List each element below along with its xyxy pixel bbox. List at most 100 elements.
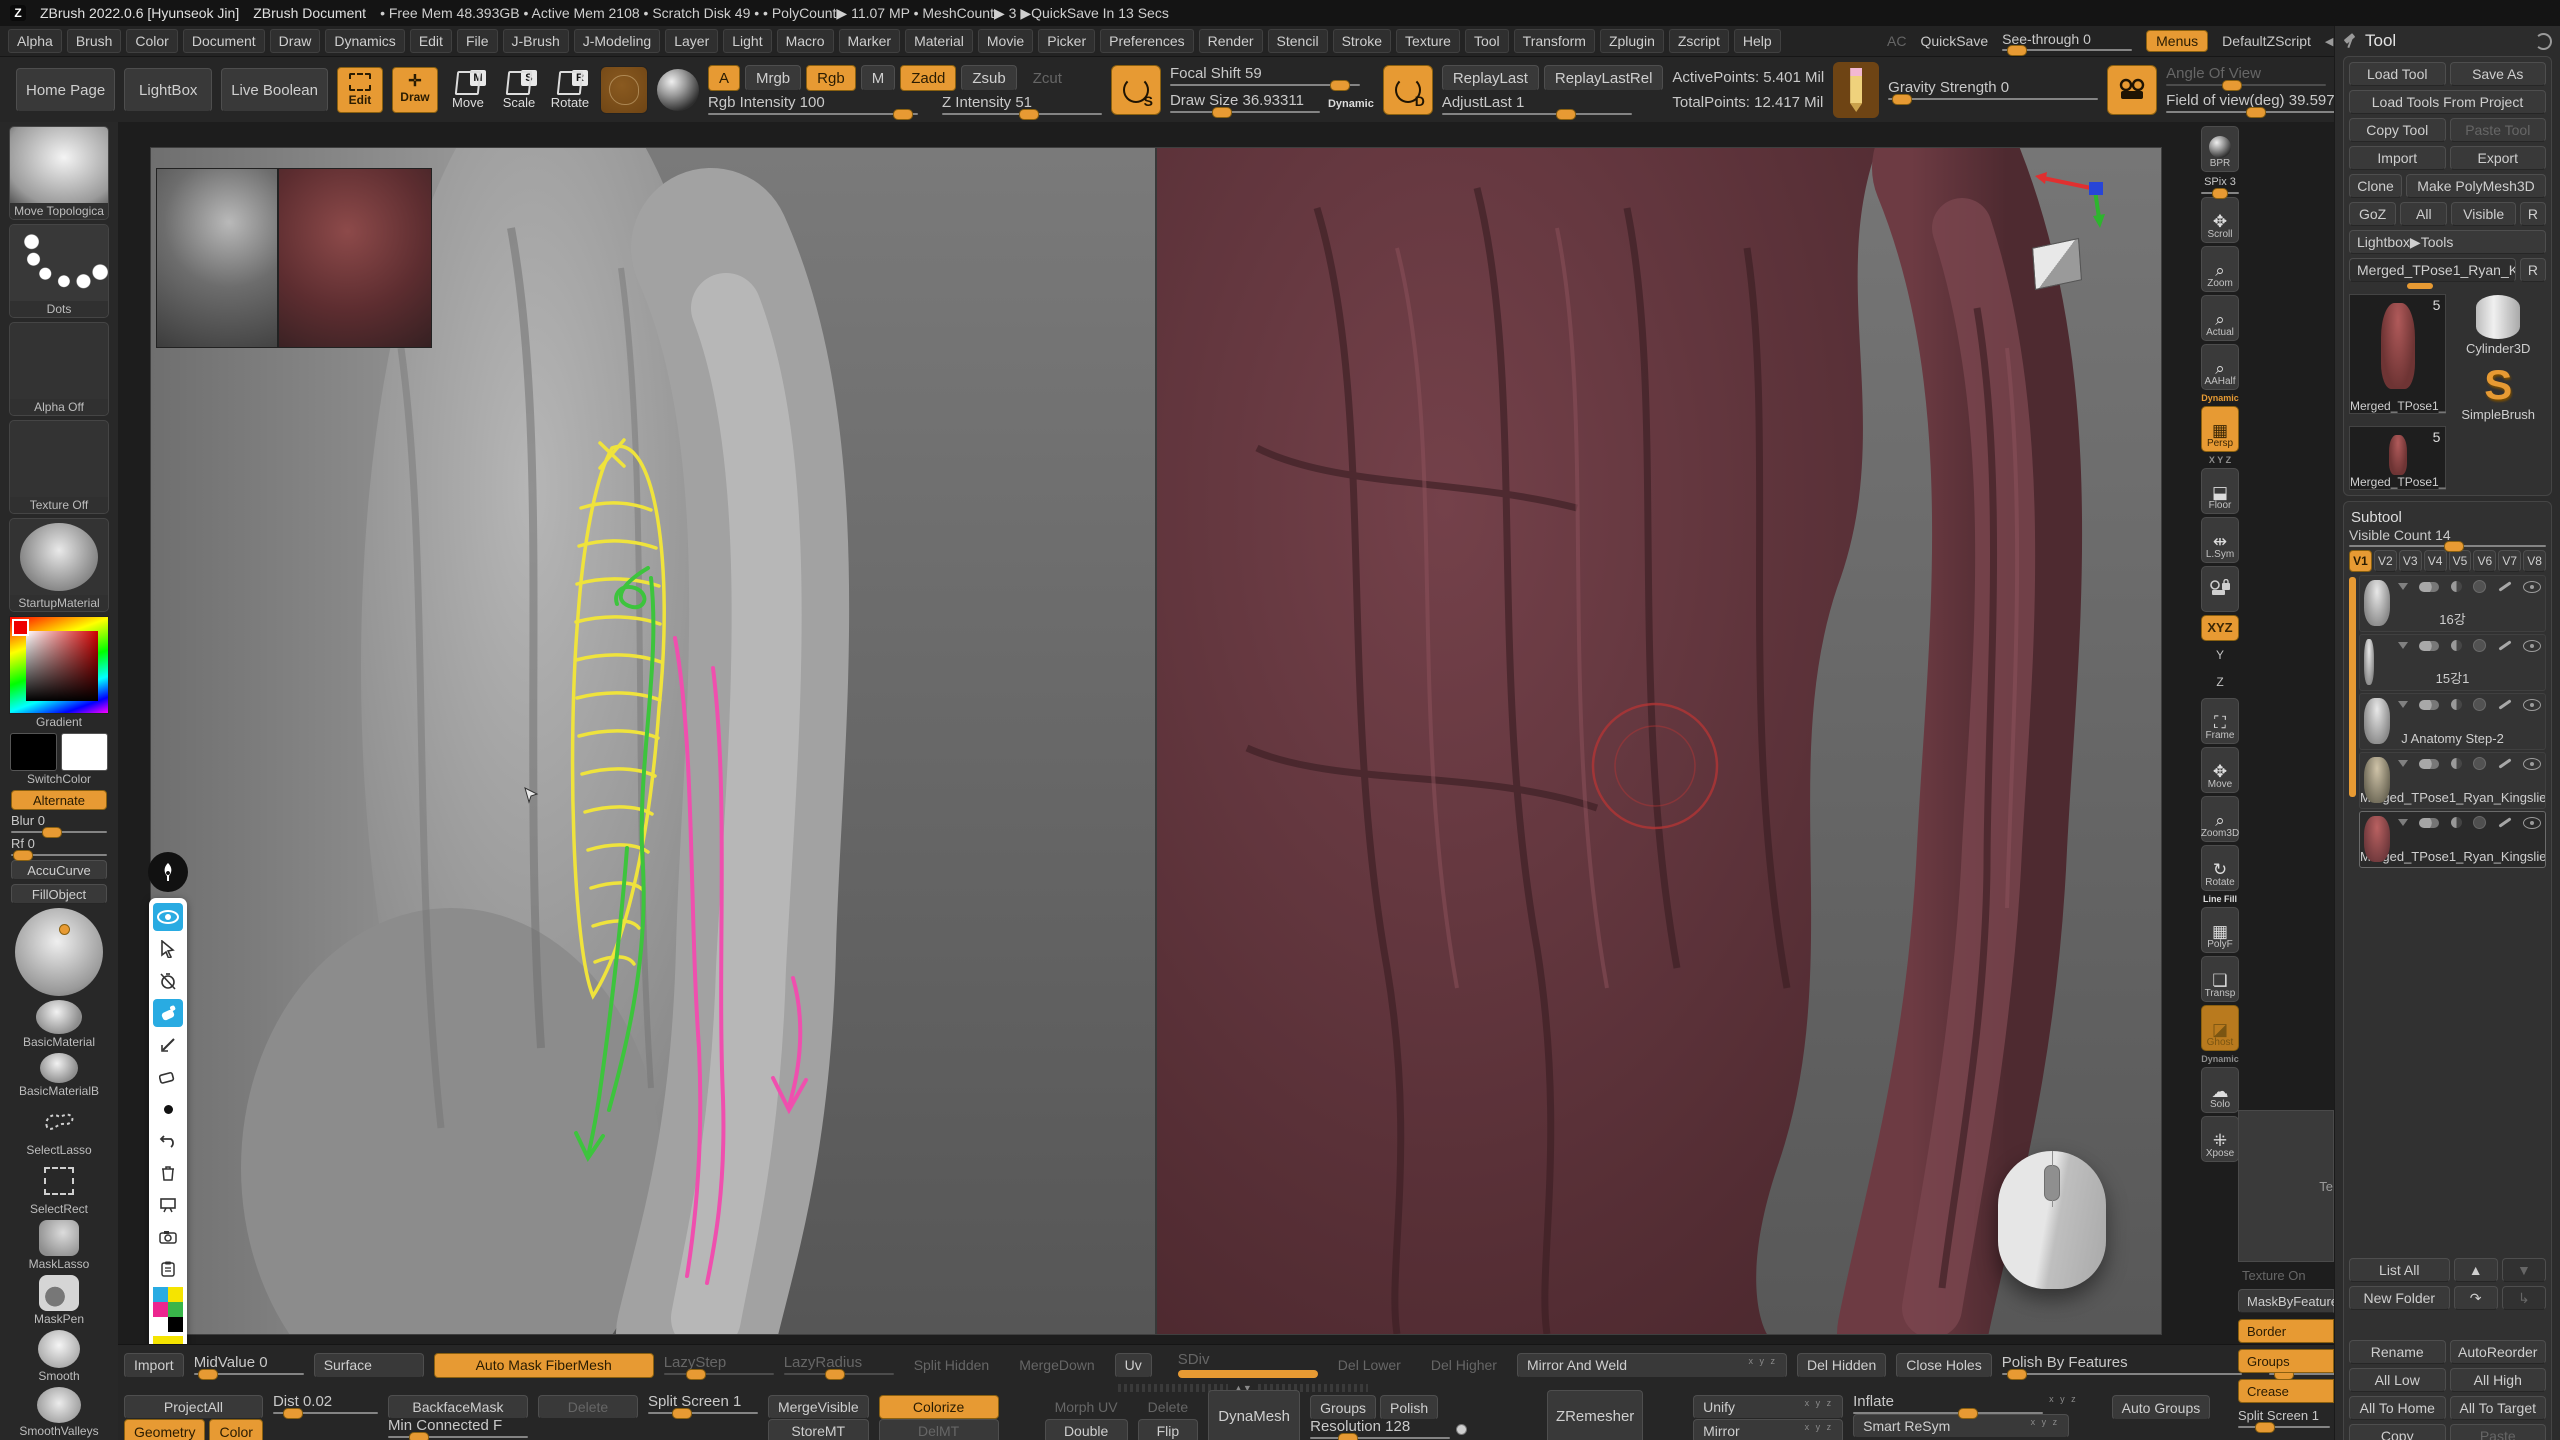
- camera-icon[interactable]: [2107, 65, 2157, 115]
- del-hidden-button[interactable]: Del Hidden: [1797, 1353, 1886, 1378]
- subtool-row-3[interactable]: J Anatomy Step-2: [2359, 693, 2546, 750]
- displacement-icon[interactable]: [2473, 698, 2486, 711]
- tool-item-cylinder3d[interactable]: Cylinder3D: [2450, 294, 2546, 356]
- polyframe-button[interactable]: ▦PolyF: [2201, 907, 2239, 953]
- menu-zplugin[interactable]: Zplugin: [1600, 29, 1664, 53]
- gravity-strength-slider[interactable]: Gravity Strength 0: [1888, 81, 2098, 100]
- visibility-eye-icon[interactable]: [2523, 699, 2541, 711]
- unify-button[interactable]: Unifyx y z: [1693, 1395, 1843, 1419]
- swatch-smooth[interactable]: Smooth: [38, 1330, 80, 1383]
- zsub-toggle[interactable]: Zsub: [961, 65, 1016, 91]
- polypaint-icon[interactable]: [2419, 700, 2439, 710]
- resolution-toggle[interactable]: [1456, 1424, 1467, 1435]
- colorize-button[interactable]: Colorize: [879, 1395, 999, 1419]
- rf-slider[interactable]: Rf 0: [11, 837, 107, 856]
- mirror-and-weld-button[interactable]: Mirror And Weldx y z: [1517, 1353, 1787, 1378]
- uv-icon[interactable]: [2451, 758, 2462, 769]
- swatch-selectlasso[interactable]: SelectLasso: [26, 1102, 91, 1157]
- polypaint-icon[interactable]: [2419, 818, 2439, 828]
- menu-marker[interactable]: Marker: [839, 29, 901, 53]
- whiteboard-button[interactable]: [153, 1191, 183, 1219]
- subtool-tab-v8[interactable]: V8: [2523, 550, 2546, 572]
- paint-icon[interactable]: [2498, 758, 2511, 768]
- move-up-button[interactable]: ▲: [2454, 1258, 2498, 1282]
- focal-shift-slider[interactable]: Focal Shift 59: [1170, 67, 1360, 86]
- tool-item-simplebrush[interactable]: S SimpleBrush: [2450, 360, 2546, 422]
- visible-count-slider[interactable]: Visible Count 14: [2349, 528, 2546, 547]
- polish-button[interactable]: Polish: [1380, 1395, 1438, 1420]
- alternate-button[interactable]: Alternate: [11, 790, 107, 810]
- swatch-masklasso[interactable]: MaskLasso: [29, 1220, 90, 1271]
- projectall-button[interactable]: ProjectAll: [124, 1395, 263, 1419]
- crease-button[interactable]: Crease: [2238, 1379, 2334, 1403]
- displacement-icon[interactable]: [2473, 757, 2486, 770]
- paint-icon[interactable]: [2498, 699, 2511, 709]
- all-to-home-button[interactable]: All To Home: [2349, 1396, 2446, 1420]
- rotate-xyz-button[interactable]: XYZ: [2201, 615, 2239, 641]
- reference-thumbnails[interactable]: [156, 168, 432, 348]
- subtool-tab-v6[interactable]: V6: [2473, 550, 2496, 572]
- persp-button[interactable]: ▦Persp: [2201, 406, 2239, 452]
- paint-icon[interactable]: [2498, 817, 2511, 827]
- ghost-button[interactable]: ◪Ghost: [2201, 1005, 2239, 1051]
- floor-button[interactable]: ⬓Floor: [2201, 468, 2239, 514]
- menu-document[interactable]: Document: [183, 29, 265, 53]
- dynamesh-button[interactable]: DynaMesh: [1208, 1390, 1300, 1440]
- uv-icon[interactable]: [2451, 581, 2462, 592]
- goz-all-button[interactable]: All: [2400, 202, 2447, 226]
- remesh-arrow-icon[interactable]: [2398, 760, 2408, 767]
- subtool-tab-v7[interactable]: V7: [2498, 550, 2521, 572]
- scale-mode-button[interactable]: S Scale: [498, 70, 540, 110]
- angle-of-view-slider[interactable]: Angle Of View: [2166, 67, 2326, 86]
- stroke-icon[interactable]: S: [1111, 65, 1161, 115]
- menu-file[interactable]: File: [457, 29, 498, 53]
- swatch-maskpen[interactable]: MaskPen: [34, 1275, 84, 1326]
- displacement-icon[interactable]: [2473, 639, 2486, 652]
- del-lower-button[interactable]: Del Lower: [1328, 1353, 1411, 1378]
- secondary-color-swatch[interactable]: [61, 733, 108, 771]
- double-button[interactable]: Double: [1045, 1419, 1128, 1440]
- remesh-arrow-icon[interactable]: [2398, 701, 2408, 708]
- zbrush-document[interactable]: [150, 147, 2162, 1335]
- current-brush-preview[interactable]: [600, 66, 648, 114]
- paste-subtool-button[interactable]: Paste: [2450, 1424, 2547, 1440]
- adjust-last-slider[interactable]: AdjustLast 1: [1442, 96, 1632, 115]
- menu-dynamics[interactable]: Dynamics: [325, 29, 404, 53]
- color-palette[interactable]: [153, 1287, 183, 1332]
- split-screen-slider-2[interactable]: Split Screen 1: [648, 1395, 758, 1414]
- move-down-button[interactable]: ▼: [2502, 1258, 2546, 1282]
- rotate3d-button[interactable]: ↻Rotate: [2201, 845, 2239, 891]
- menu-preferences[interactable]: Preferences: [1100, 29, 1193, 53]
- menu-alpha[interactable]: Alpha: [8, 29, 62, 53]
- goz-button[interactable]: GoZ: [2349, 202, 2396, 226]
- default-zscript-button[interactable]: DefaultZScript: [2222, 33, 2311, 49]
- current-alpha-slot[interactable]: Alpha Off: [9, 322, 109, 416]
- morph-uv-button[interactable]: Morph UV: [1045, 1395, 1128, 1419]
- replay-last-rel-button[interactable]: ReplayLastRel: [1544, 65, 1664, 91]
- zcut-toggle[interactable]: Zcut: [1022, 65, 1073, 91]
- blur-slider[interactable]: Blur 0: [11, 814, 107, 833]
- m-toggle[interactable]: M: [861, 65, 896, 91]
- clear-trash-button[interactable]: [153, 1159, 183, 1187]
- alpha-a-toggle[interactable]: A: [708, 65, 740, 91]
- swatch-smoothvalleys[interactable]: SmoothValleys: [19, 1387, 98, 1438]
- lazyradius-slider[interactable]: LazyRadius: [784, 1356, 894, 1375]
- rgb-toggle[interactable]: Rgb: [806, 65, 856, 91]
- quicksave-button[interactable]: QuickSave: [1920, 33, 1988, 49]
- zadd-toggle[interactable]: Zadd: [900, 65, 956, 91]
- list-all-button[interactable]: List All: [2349, 1258, 2450, 1282]
- current-tool-name[interactable]: Merged_TPose1_Ryan_Kingsli: [2349, 258, 2516, 282]
- tool-scroll-handle[interactable]: [2407, 283, 2433, 289]
- current-texture-slot[interactable]: Texture Off: [9, 420, 109, 514]
- color-picker[interactable]: [9, 616, 109, 714]
- reference-image-gray[interactable]: [156, 168, 278, 348]
- edit-mode-button[interactable]: Edit: [337, 67, 383, 113]
- delmt-button[interactable]: DelMT: [879, 1419, 999, 1440]
- timer-tool-button[interactable]: [153, 967, 183, 995]
- move3d-button[interactable]: ✥Move: [2201, 747, 2239, 793]
- viewport-right[interactable]: [1157, 148, 2161, 1334]
- storemt-button[interactable]: StoreMT: [768, 1419, 869, 1440]
- size-dot-button[interactable]: [153, 1095, 183, 1123]
- bpr-button[interactable]: BPR: [2201, 126, 2239, 172]
- swatch-selectrect[interactable]: SelectRect: [30, 1161, 88, 1216]
